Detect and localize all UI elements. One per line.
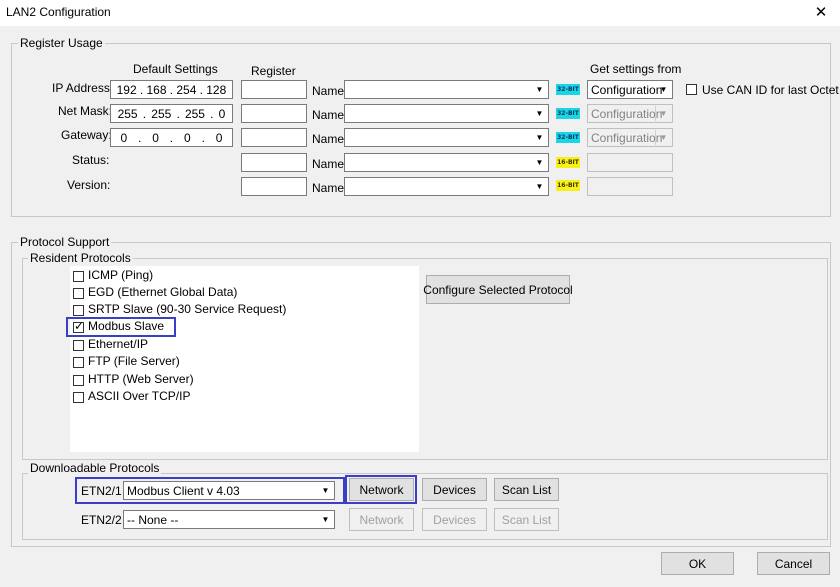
chevron-down-icon: ▼: [655, 130, 671, 145]
etn2-1-scan-list-button[interactable]: Scan List: [494, 478, 559, 501]
mask-name-label: Name:: [312, 108, 348, 122]
ip-name-label: Name:: [312, 84, 348, 98]
icmp-checkbox[interactable]: [73, 271, 84, 282]
close-icon[interactable]: ✕: [806, 2, 836, 24]
egd-checkbox[interactable]: [73, 288, 84, 299]
etn2-2-devices-button[interactable]: Devices: [422, 508, 487, 531]
resident-protocols-title: Resident Protocols: [28, 251, 133, 265]
srtp-label: SRTP Slave (90-30 Service Request): [88, 302, 287, 316]
ip-address-field[interactable]: 192. 168. 254. 128: [110, 80, 233, 99]
gateway-source-select[interactable]: Configuration ▼: [587, 128, 673, 147]
chevron-down-icon: ▼: [659, 85, 668, 94]
mask-name-select[interactable]: ▼: [344, 104, 549, 123]
status-name-label: Name:: [312, 157, 348, 171]
http-checkbox[interactable]: [73, 375, 84, 386]
gateway-register-input[interactable]: [241, 128, 307, 147]
chevron-down-icon: ▼: [535, 109, 544, 118]
etn2-2-scan-list-button[interactable]: Scan List: [494, 508, 559, 531]
version-label: Version:: [67, 178, 111, 192]
ethernet-ip-checkbox[interactable]: [73, 340, 84, 351]
status-16bit-badge: 16-BIT: [556, 157, 580, 168]
status-readout: [587, 153, 673, 172]
chevron-down-icon: ▼: [535, 158, 544, 167]
gateway-label: Gateway:: [61, 128, 112, 142]
srtp-checkbox[interactable]: [73, 305, 84, 316]
use-can-id-checkbox[interactable]: [686, 84, 697, 95]
ip-32bit-badge: 32-BIT: [556, 84, 580, 95]
gateway-field[interactable]: 0. 0. 0. 0: [110, 128, 233, 147]
icmp-label: ICMP (Ping): [88, 268, 154, 282]
ascii-label: ASCII Over TCP/IP: [88, 389, 191, 403]
checkmark-icon: ✓: [74, 319, 85, 333]
version-name-label: Name:: [312, 181, 348, 195]
get-settings-header: Get settings from: [590, 62, 682, 76]
ftp-checkbox[interactable]: [73, 357, 84, 368]
register-header: Register: [251, 64, 296, 78]
chevron-down-icon: ▼: [535, 182, 544, 191]
ip-name-select[interactable]: ▼: [344, 80, 549, 99]
chevron-down-icon: ▼: [535, 133, 544, 142]
chevron-down-icon: ▼: [655, 106, 671, 121]
chevron-down-icon: ▼: [321, 515, 330, 524]
etn2-2-select[interactable]: -- None -- ▼: [123, 510, 335, 529]
egd-label: EGD (Ethernet Global Data): [88, 285, 238, 299]
register-usage-title: Register Usage: [18, 36, 105, 50]
ip-register-input[interactable]: [241, 80, 307, 99]
gateway-32bit-badge: 32-BIT: [556, 132, 580, 143]
gateway-name-select[interactable]: ▼: [344, 128, 549, 147]
ascii-checkbox[interactable]: [73, 392, 84, 403]
protocol-support-title: Protocol Support: [18, 235, 112, 249]
status-label: Status:: [72, 153, 110, 167]
gateway-name-label: Name:: [312, 132, 348, 146]
chevron-down-icon: ▼: [535, 85, 544, 94]
mask-32bit-badge: 32-BIT: [556, 108, 580, 119]
etn2-1-devices-button[interactable]: Devices: [422, 478, 487, 501]
mask-source-select[interactable]: Configuration ▼: [587, 104, 673, 123]
status-name-select[interactable]: ▼: [344, 153, 549, 172]
etn2-1-network-button[interactable]: Network: [349, 478, 414, 501]
ip-source-select[interactable]: Configuration ▼: [587, 80, 673, 99]
chevron-down-icon: ▼: [321, 486, 330, 495]
etn2-2-label: ETN2/2: [81, 513, 122, 527]
ftp-label: FTP (File Server): [88, 354, 180, 368]
version-register-input[interactable]: [241, 177, 307, 196]
ok-button[interactable]: OK: [661, 552, 734, 575]
version-name-select[interactable]: ▼: [344, 177, 549, 196]
configure-protocol-button[interactable]: Configure Selected Protocol: [423, 275, 573, 304]
title-bar: LAN2 Configuration ✕: [0, 0, 840, 26]
version-16bit-badge: 16-BIT: [556, 180, 580, 191]
modbus-slave-checkbox[interactable]: ✓: [73, 319, 85, 333]
ip-address-label: IP Address:: [52, 81, 114, 95]
etn2-1-select[interactable]: Modbus Client v 4.03 ▼: [123, 481, 335, 500]
etn2-1-label: ETN2/1: [81, 484, 122, 498]
window-title: LAN2 Configuration: [6, 5, 111, 19]
use-can-id-label: Use CAN ID for last Octet: [702, 83, 839, 97]
version-readout: [587, 177, 673, 196]
net-mask-label: Net Mask:: [58, 104, 113, 118]
ethernet-ip-label: Ethernet/IP: [88, 337, 149, 351]
status-register-input[interactable]: [241, 153, 307, 172]
default-settings-header: Default Settings: [133, 62, 218, 76]
cancel-button[interactable]: Cancel: [757, 552, 830, 575]
http-label: HTTP (Web Server): [88, 372, 194, 386]
modbus-slave-label: Modbus Slave: [88, 319, 165, 333]
mask-register-input[interactable]: [241, 104, 307, 123]
downloadable-protocols-title: Downloadable Protocols: [28, 461, 162, 475]
etn2-2-network-button[interactable]: Network: [349, 508, 414, 531]
net-mask-field[interactable]: 255. 255. 255. 0: [110, 104, 233, 123]
